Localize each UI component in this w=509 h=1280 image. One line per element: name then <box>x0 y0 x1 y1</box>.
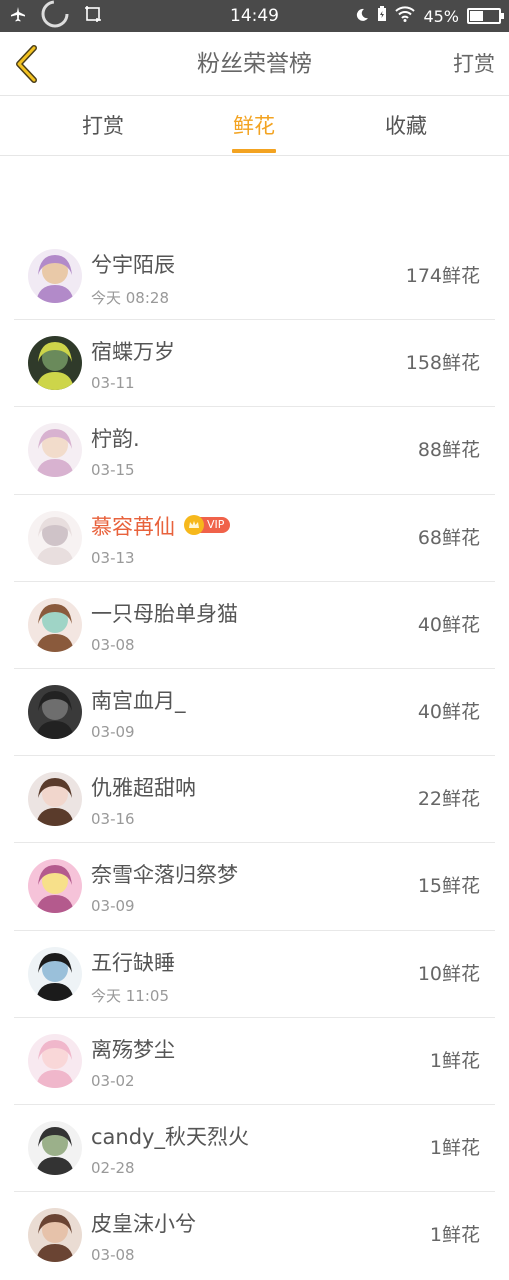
fan-row[interactable]: 南宫血月_ 03-09 40鲜花 <box>14 669 495 757</box>
fan-date: 03-09 <box>91 722 135 741</box>
fan-score: 174鲜花 <box>405 265 480 287</box>
fan-date: 02-28 <box>91 1158 135 1177</box>
fan-row[interactable]: 柠韵. 03-15 88鲜花 <box>14 407 495 495</box>
fan-row[interactable]: 五行缺睡今天 11:05 10鲜花 <box>14 931 495 1018</box>
tab-label: 鲜花 <box>233 114 275 138</box>
fan-name: 离殇梦尘 <box>91 1037 175 1062</box>
page-title: 粉丝荣誉榜 <box>197 51 312 77</box>
fan-row[interactable]: 奈雪伞落归祭梦 03-09 15鲜花 <box>14 843 495 931</box>
fan-name: 慕容苒仙 <box>91 514 175 539</box>
avatar[interactable] <box>28 1033 82 1088</box>
fan-ranking-list: 兮宇陌辰今天 08:28 174鲜花宿蝶万岁 03-11 158鲜花柠韵. 03-15 8… <box>14 233 495 1279</box>
avatar[interactable] <box>28 946 82 1001</box>
avatar[interactable] <box>28 423 82 478</box>
fan-name: 五行缺睡 <box>91 950 175 975</box>
crown-icon <box>184 514 204 535</box>
status-bar: 14:49 45% <box>0 0 509 32</box>
fan-score: 22鲜花 <box>417 788 480 811</box>
header: 粉丝荣誉榜 打赏 <box>0 32 509 96</box>
fan-score: 68鲜花 <box>417 526 480 549</box>
tab-bar: 打赏 鲜花 收藏 <box>0 96 509 156</box>
fan-date: 03-11 <box>91 374 135 393</box>
vip-badge: VIP <box>184 514 231 535</box>
fan-score: 88鲜花 <box>417 439 480 462</box>
wifi-icon <box>395 6 416 26</box>
active-tab-indicator <box>232 149 276 153</box>
fan-row[interactable]: candy_秋天烈火 02-28 1鲜花 <box>14 1105 495 1193</box>
avatar[interactable] <box>28 597 82 652</box>
fan-row[interactable]: 一只母胎单身猫 03-08 40鲜花 <box>14 582 495 669</box>
fan-date: 03-13 <box>91 548 135 567</box>
avatar[interactable] <box>28 336 82 391</box>
avatar[interactable] <box>28 772 82 827</box>
tab-flowers[interactable]: 鲜花 <box>199 96 309 156</box>
chevron-left-icon <box>16 45 37 83</box>
tab-reward[interactable]: 打赏 <box>48 96 158 156</box>
avatar[interactable] <box>28 1120 82 1175</box>
fan-row[interactable]: 皮皇沫小兮 03-08 1鲜花 <box>14 1192 495 1279</box>
fan-name: 南宫血月_ <box>91 688 186 713</box>
fan-name: 兮宇陌辰 <box>91 253 175 277</box>
back-button[interactable] <box>10 42 50 86</box>
moon-icon <box>355 7 369 26</box>
fan-score: 1鲜花 <box>429 1224 480 1247</box>
fan-name: 宿蝶万岁 <box>91 340 175 365</box>
fan-score: 158鲜花 <box>405 352 480 375</box>
fan-date: 03-02 <box>91 1071 135 1090</box>
battery-icon <box>467 8 504 24</box>
fan-row[interactable]: 兮宇陌辰今天 08:28 174鲜花 <box>14 233 495 321</box>
status-bar-right: 45% <box>355 0 504 32</box>
tab-favorites[interactable]: 收藏 <box>351 96 461 156</box>
reward-button[interactable]: 打赏 <box>453 32 495 96</box>
fan-date: 03-08 <box>91 1246 135 1265</box>
avatar[interactable] <box>28 510 82 565</box>
fan-name: 一只母胎单身猫 <box>91 601 238 626</box>
fan-score: 1鲜花 <box>429 1049 480 1072</box>
fan-row[interactable]: 慕容苒仙 VIP 03-13 68鲜花 <box>14 495 495 582</box>
tab-label: 打赏 <box>82 114 124 138</box>
fan-date: 03-15 <box>91 461 135 480</box>
fan-date: 03-09 <box>91 897 135 916</box>
fan-date: 今天 11:05 <box>91 986 169 1005</box>
avatar[interactable] <box>28 249 82 303</box>
avatar[interactable] <box>28 859 82 914</box>
avatar[interactable] <box>28 684 82 739</box>
fan-score: 15鲜花 <box>417 875 480 898</box>
fan-row[interactable]: 离殇梦尘 03-02 1鲜花 <box>14 1018 495 1105</box>
battery-percent: 45% <box>423 6 459 26</box>
fan-row[interactable]: 仇雅超甜呐 03-16 22鲜花 <box>14 756 495 844</box>
fan-date: 03-08 <box>91 635 135 654</box>
fan-name: candy_秋天烈火 <box>91 1124 249 1149</box>
fan-score: 1鲜花 <box>429 1136 480 1159</box>
battery-saver-icon <box>377 6 387 26</box>
avatar[interactable] <box>28 1208 82 1263</box>
fan-name: 仇雅超甜呐 <box>91 776 196 801</box>
fan-score: 10鲜花 <box>417 962 480 985</box>
fan-row[interactable]: 宿蝶万岁 03-11 158鲜花 <box>14 320 495 408</box>
fan-date: 今天 08:28 <box>91 289 169 307</box>
fan-name: 奈雪伞落归祭梦 <box>91 863 238 888</box>
fan-date: 03-16 <box>91 810 135 829</box>
fan-name: 皮皇沫小兮 <box>91 1212 196 1237</box>
tab-label: 收藏 <box>385 114 427 138</box>
fan-score: 40鲜花 <box>417 700 480 723</box>
fan-name: 柠韵. <box>91 427 140 452</box>
fan-score: 40鲜花 <box>417 613 480 636</box>
